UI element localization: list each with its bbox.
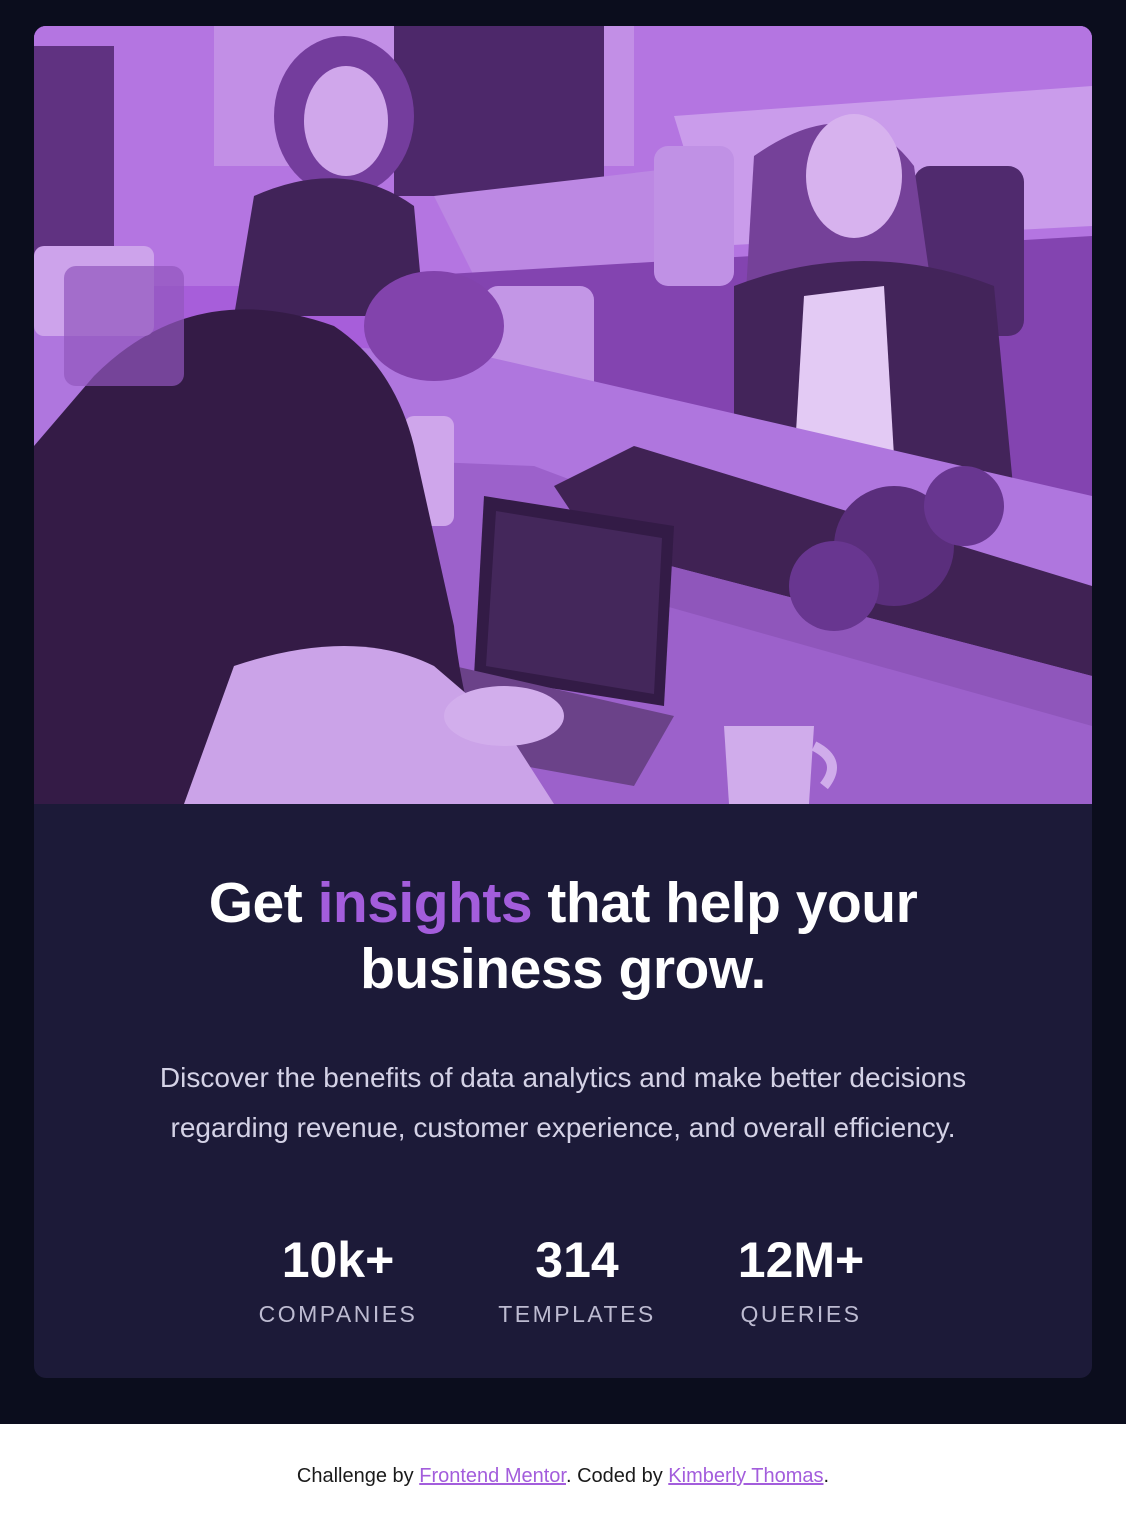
header-image [34, 26, 1092, 804]
headline-prefix: Get [208, 871, 318, 935]
stat-value: 314 [535, 1232, 619, 1288]
stat-templates: 314 TEMPLATES [477, 1232, 677, 1328]
stats-preview-card: Get insights that help your business gro… [34, 26, 1092, 1378]
office-photo [34, 26, 1092, 804]
headline-suffix: that help your [532, 871, 918, 935]
author-link[interactable]: Kimberly Thomas [668, 1465, 823, 1487]
stats-row: 10k+ COMPANIES 314 TEMPLATES 12M+ QUERIE… [34, 1232, 1092, 1342]
stat-companies: 10k+ COMPANIES [238, 1232, 438, 1328]
attribution-footer: Challenge by Frontend Mentor. Coded by K… [0, 1424, 1126, 1528]
page-background: Get insights that help your business gro… [0, 0, 1126, 1424]
attribution-prefix: Challenge by [296, 1465, 420, 1487]
headline-line2: business grow. [360, 937, 766, 1001]
headline: Get insights that help your business gro… [34, 870, 1092, 1002]
stat-value: 10k+ [281, 1232, 395, 1288]
stat-queries: 12M+ QUERIES [701, 1232, 901, 1328]
stat-label: COMPANIES [258, 1301, 418, 1327]
stat-label: QUERIES [740, 1301, 862, 1327]
stat-value: 12M+ [737, 1232, 865, 1288]
card-content: Get insights that help your business gro… [34, 804, 1092, 1378]
headline-accent: insights [317, 871, 533, 935]
frontend-mentor-link[interactable]: Frontend Mentor [419, 1465, 566, 1487]
description-line-2: regarding revenue, customer experience, … [170, 1112, 956, 1143]
attribution-suffix: . [823, 1465, 830, 1487]
attribution-middle: . Coded by [565, 1465, 669, 1487]
stat-label: TEMPLATES [498, 1301, 656, 1327]
description-line-1: Discover the benefits of data analytics … [159, 1062, 967, 1093]
